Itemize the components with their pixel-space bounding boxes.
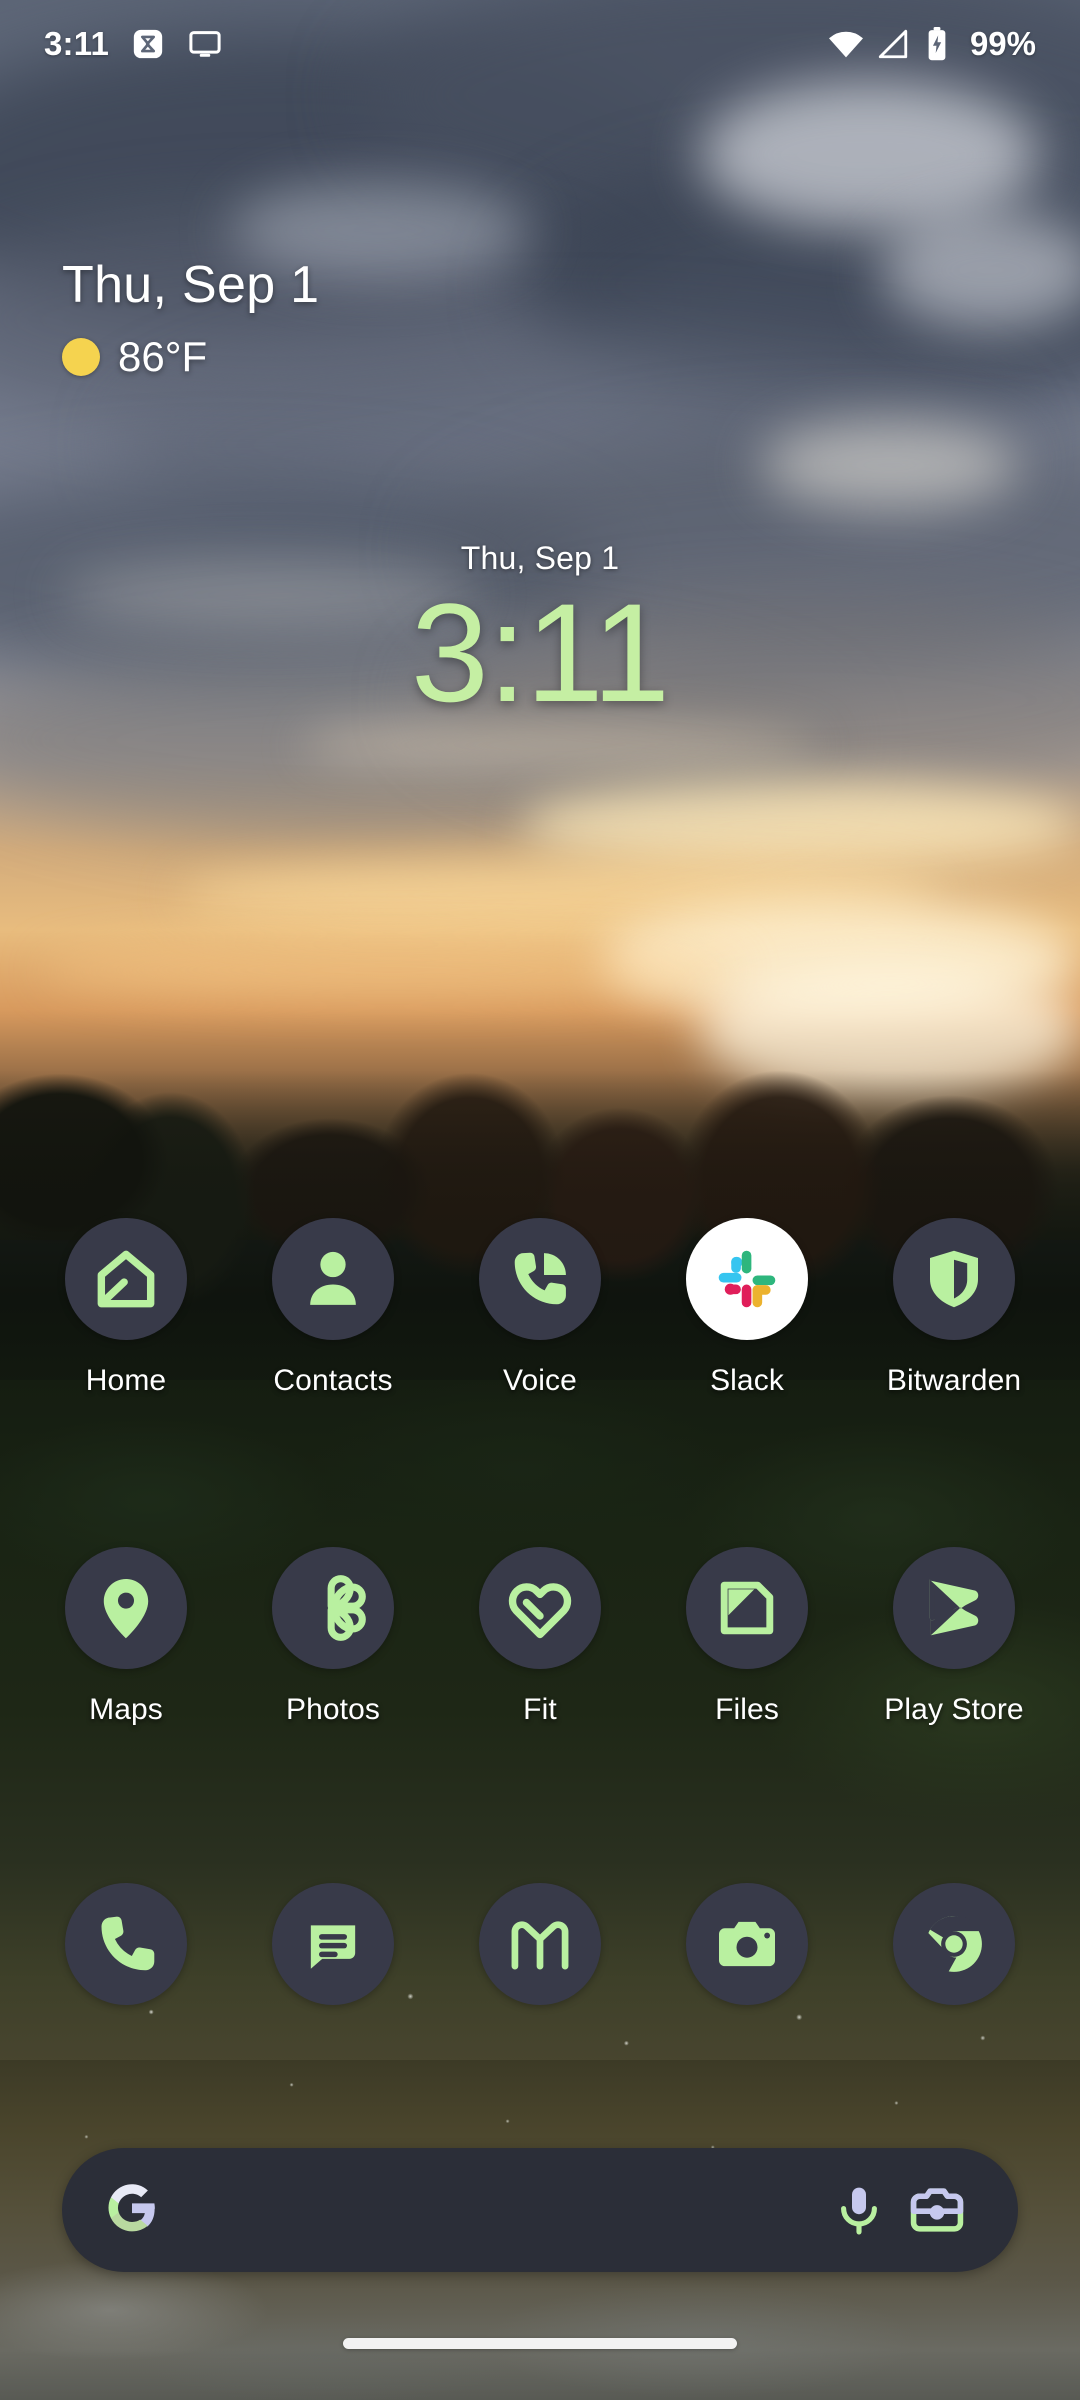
- phone-handset-icon[interactable]: [65, 1883, 187, 2005]
- slack-icon[interactable]: [686, 1218, 808, 1340]
- microphone-icon[interactable]: [820, 2171, 898, 2249]
- messages-bubble-icon[interactable]: [272, 1883, 394, 2005]
- widget-date-label: Thu, Sep 1: [62, 256, 320, 314]
- camera-icon[interactable]: [686, 1883, 808, 2005]
- widget-temperature-label: 86°F: [118, 333, 208, 380]
- dock-app-gmail[interactable]: [456, 1883, 624, 2005]
- date-weather-widget[interactable]: Thu, Sep 1 86°F: [62, 255, 319, 381]
- home-gesture-pill[interactable]: [343, 2338, 737, 2349]
- app-label: Photos: [286, 1693, 380, 1726]
- app-label: Bitwarden: [886, 1364, 1022, 1397]
- widget-weather[interactable]: 86°F: [62, 333, 319, 381]
- app-label: Contacts: [273, 1364, 393, 1397]
- app-bitwarden[interactable]: Bitwarden: [870, 1218, 1038, 1398]
- cellular-signal-icon: [876, 27, 910, 61]
- app-label: Voice: [503, 1364, 577, 1397]
- clock-widget-date: Thu, Sep 1: [460, 540, 620, 576]
- status-bar-right: 99%: [828, 25, 1036, 63]
- dock: [0, 1883, 1080, 2005]
- app-label: Play Store: [884, 1693, 1024, 1726]
- status-bar[interactable]: 3:11 99%: [0, 0, 1080, 88]
- map-pin-icon[interactable]: [65, 1547, 187, 1669]
- play-store-triangle-icon[interactable]: [893, 1547, 1015, 1669]
- dock-app-camera[interactable]: [663, 1883, 831, 2005]
- chrome-icon[interactable]: [893, 1883, 1015, 2005]
- app-label: Slack: [710, 1364, 784, 1397]
- app-label: Fit: [523, 1693, 557, 1726]
- sigma-app-icon: [131, 27, 165, 61]
- app-contacts[interactable]: Contacts: [249, 1218, 417, 1398]
- google-lens-camera-icon[interactable]: [898, 2171, 976, 2249]
- wifi-icon: [828, 26, 864, 62]
- google-voice-icon[interactable]: [479, 1218, 601, 1340]
- dock-app-chrome[interactable]: [870, 1883, 1038, 2005]
- app-label: Maps: [89, 1693, 163, 1726]
- sunny-icon: [62, 338, 100, 376]
- app-maps[interactable]: Maps: [42, 1547, 210, 1727]
- google-g-icon: [104, 2180, 160, 2241]
- dock-app-phone[interactable]: [42, 1883, 210, 2005]
- app-label: Home: [85, 1364, 167, 1397]
- home-screen: 3:11 99% Thu, Sep 1 86°F Thu, Sep 1 3:11…: [0, 0, 1080, 2400]
- app-voice[interactable]: Voice: [456, 1218, 624, 1398]
- files-document-icon[interactable]: [686, 1547, 808, 1669]
- app-home[interactable]: Home: [42, 1218, 210, 1398]
- status-bar-left: 3:11: [44, 25, 223, 63]
- app-grid-row-1: Home Contacts Voice Slack Bitwarden: [0, 1218, 1080, 1398]
- home-icon[interactable]: [65, 1218, 187, 1340]
- app-grid-row-2: Maps Photos Fit Files Play Store: [0, 1547, 1080, 1727]
- google-fit-heart-icon[interactable]: [479, 1547, 601, 1669]
- app-files[interactable]: Files: [663, 1547, 831, 1727]
- bitwarden-shield-icon[interactable]: [893, 1218, 1015, 1340]
- contacts-person-icon[interactable]: [272, 1218, 394, 1340]
- app-photos[interactable]: Photos: [249, 1547, 417, 1727]
- app-play-store[interactable]: Play Store: [870, 1547, 1038, 1727]
- dock-app-messages[interactable]: [249, 1883, 417, 2005]
- gmail-m-icon[interactable]: [479, 1883, 601, 2005]
- google-photos-pinwheel-icon[interactable]: [272, 1547, 394, 1669]
- clock-widget-time: 3:11: [410, 574, 670, 731]
- battery-percent-label: 99%: [969, 25, 1036, 62]
- clock-widget[interactable]: Thu, Sep 1 3:11: [0, 540, 1080, 727]
- app-label: Files: [715, 1693, 779, 1726]
- cast-screen-icon: [187, 26, 223, 62]
- app-slack[interactable]: Slack: [663, 1218, 831, 1398]
- app-fit[interactable]: Fit: [456, 1547, 624, 1727]
- battery-charging-icon: [922, 27, 952, 61]
- google-search-bar[interactable]: [62, 2148, 1018, 2272]
- status-bar-clock: 3:11: [44, 25, 110, 62]
